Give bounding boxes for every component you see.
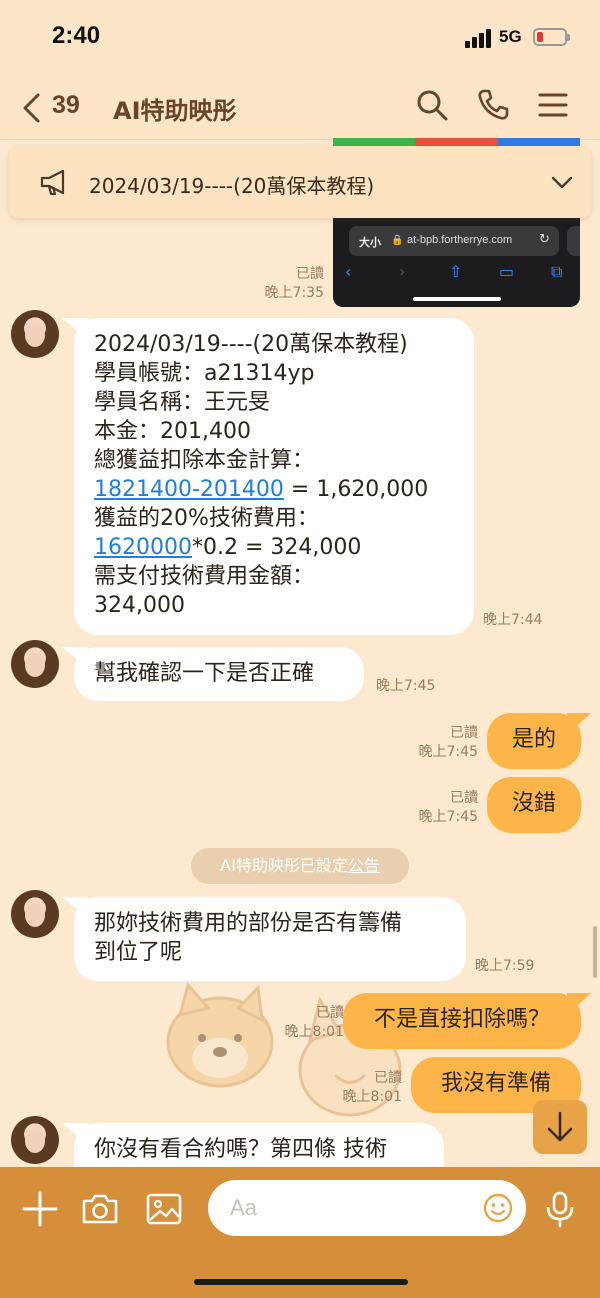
- share-icon: ⇧: [449, 262, 463, 281]
- message-time: 晚上7:45: [418, 809, 478, 825]
- emoji-icon[interactable]: [482, 1192, 514, 1224]
- reload-icon: ↻: [539, 232, 550, 247]
- battery-icon: [533, 28, 570, 46]
- chat-title[interactable]: AI特助映彤: [113, 91, 237, 126]
- forward-icon: ›: [399, 262, 406, 281]
- message-text: 我沒有準備: [440, 1071, 551, 1096]
- message-line: 學員名稱：王元旻: [94, 390, 271, 415]
- message-meta: 已讀 晚上7:45: [395, 724, 478, 762]
- message-line: 那妳技術費用的部份是否有籌備: [94, 911, 403, 936]
- contact-avatar[interactable]: [11, 640, 59, 688]
- message-input[interactable]: [208, 1180, 526, 1236]
- message-time: 晚上7:45: [418, 744, 478, 760]
- message-text-field[interactable]: [230, 1194, 470, 1222]
- megaphone-icon: [40, 169, 65, 196]
- message-line: 學員帳號：a21314yp: [94, 361, 315, 386]
- message-bubble-incoming[interactable]: 幫我確認一下是否正確: [74, 647, 364, 701]
- camera-icon[interactable]: [80, 1189, 120, 1229]
- message-line: 1821400-201400 = 1,620,000: [94, 477, 429, 502]
- status-time: 2:40: [52, 22, 101, 49]
- message-line: 需支付技術費用金額：: [94, 564, 315, 589]
- read-receipt: 已讀: [374, 1070, 402, 1086]
- status-bar: 2:40 5G: [0, 0, 600, 72]
- read-receipt: 已讀: [450, 790, 478, 806]
- message-time: 晚上7:45: [376, 678, 436, 694]
- message-time: 晚上7:59: [475, 958, 535, 974]
- message-meta: 已讀 晚上7:35: [240, 265, 324, 303]
- system-notice: AI特助映彤已設定公告: [191, 848, 409, 884]
- message-input-bar: [0, 1167, 600, 1298]
- message-text: 幫我確認一下是否正確: [94, 661, 315, 686]
- plus-icon[interactable]: [20, 1189, 60, 1229]
- message-text: 是的: [511, 727, 556, 752]
- message-bubble-incoming[interactable]: 那妳技術費用的部份是否有籌備 到位了呢: [74, 897, 466, 981]
- announcement-link[interactable]: 公告: [348, 856, 380, 875]
- message-bubble-incoming[interactable]: 2024/03/19----(20萬保本教程) 學員帳號：a21314yp 學員…: [74, 318, 474, 635]
- contact-avatar[interactable]: [11, 1116, 59, 1164]
- message-line: 總獲益扣除本金計算：: [94, 448, 315, 473]
- read-receipt: 已讀: [316, 1005, 344, 1021]
- signal-icon: [465, 28, 493, 48]
- contact-avatar[interactable]: [11, 890, 59, 938]
- message-time: 晚上7:44: [483, 612, 543, 628]
- network-type: 5G: [499, 27, 522, 46]
- message-time: 晚上7:35: [264, 285, 324, 301]
- scrollbar[interactable]: [593, 926, 597, 978]
- microphone-icon[interactable]: [540, 1189, 580, 1229]
- message-time: 晚上8:01: [342, 1089, 402, 1105]
- phone-number-link[interactable]: 1821400-201400: [94, 477, 284, 502]
- message-bubble-outgoing[interactable]: 沒錯: [487, 777, 581, 833]
- message-meta: 已讀 晚上8:01: [262, 1004, 344, 1042]
- preview-text-size: 大小: [359, 236, 381, 249]
- scroll-to-bottom-button[interactable]: [533, 1100, 587, 1154]
- announcement-text: 2024/03/19----(20萬保本教程): [89, 174, 375, 198]
- message-time: 晚上8:01: [284, 1024, 344, 1040]
- preview-url: at-bpb.fortherrye.com: [407, 234, 513, 246]
- message-text: 不是直接扣除嗎？: [373, 1007, 550, 1032]
- message-line: 本金：201,400: [94, 419, 251, 444]
- read-receipt: 已讀: [450, 725, 478, 741]
- back-chevron-icon[interactable]: [20, 92, 44, 124]
- chevron-down-icon[interactable]: [549, 170, 575, 194]
- home-indicator: [194, 1279, 408, 1285]
- chat-header: 39 AI特助映彤: [0, 72, 600, 140]
- message-line: 到位了呢: [94, 940, 183, 965]
- image-gallery-icon[interactable]: [144, 1189, 184, 1229]
- unread-count[interactable]: 39: [52, 91, 80, 120]
- message-bubble-outgoing[interactable]: 不是直接扣除嗎？: [343, 993, 581, 1049]
- back-icon: ‹: [345, 262, 352, 281]
- read-receipt: 已讀: [296, 266, 324, 282]
- message-text: 你沒有看合約嗎？第四條 技術: [94, 1137, 387, 1162]
- phone-icon[interactable]: [476, 88, 510, 122]
- message-line: 324,000: [94, 593, 185, 618]
- message-meta: 已讀 晚上8:01: [320, 1069, 402, 1107]
- message-line: 2024/03/19----(20萬保本教程): [94, 332, 408, 357]
- menu-icon[interactable]: [536, 88, 570, 122]
- message-meta: 已讀 晚上7:45: [395, 789, 478, 827]
- message-line: 1620000*0.2 = 324,000: [94, 535, 362, 560]
- message-text: 沒錯: [511, 791, 556, 816]
- phone-number-link[interactable]: 1620000: [94, 535, 192, 560]
- tabs-icon: ⧉: [551, 262, 563, 281]
- preview-url-bar: 大小 🔒 at-bpb.fortherrye.com ↻: [349, 226, 559, 256]
- message-line: 獲益的20%技術費用：: [94, 506, 319, 531]
- announcement-banner[interactable]: 2024/03/19----(20萬保本教程): [9, 146, 591, 218]
- message-bubble-outgoing[interactable]: 是的: [487, 713, 581, 769]
- search-icon[interactable]: [415, 88, 449, 122]
- contact-avatar[interactable]: [11, 310, 59, 358]
- lock-icon: 🔒: [391, 235, 404, 246]
- bookmarks-icon: ▭: [499, 262, 515, 281]
